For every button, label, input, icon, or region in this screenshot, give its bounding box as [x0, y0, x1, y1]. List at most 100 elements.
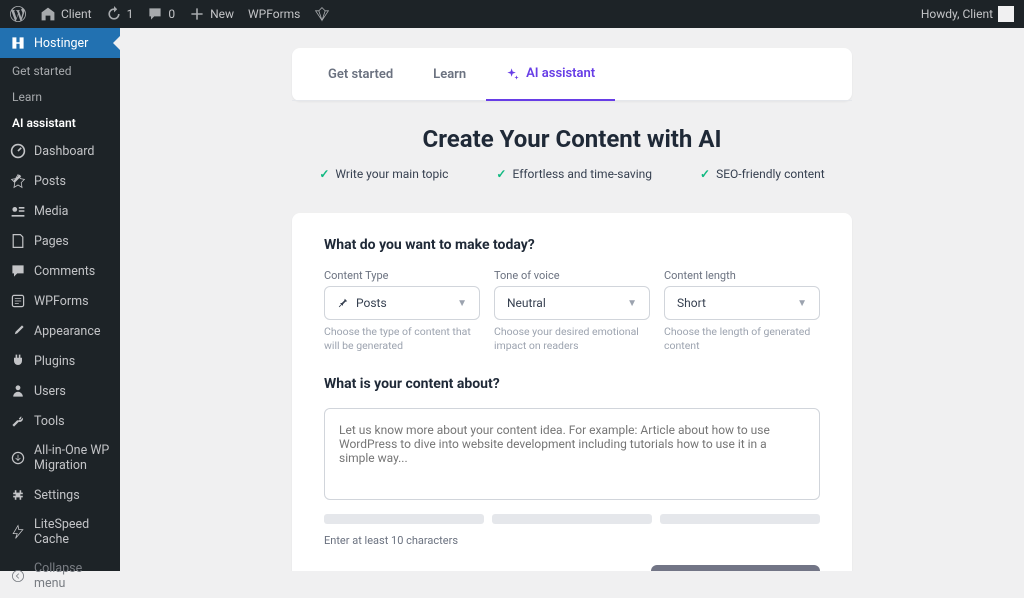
sidebar-item-appearance[interactable]: Appearance: [0, 316, 120, 346]
sidebar-label: LiteSpeed Cache: [34, 517, 110, 547]
sidebar-item-allinone[interactable]: All-in-One WP Migration: [0, 436, 120, 480]
diamond-item[interactable]: [314, 6, 330, 22]
sidebar-sub-learn[interactable]: Learn: [0, 84, 120, 110]
suggestion-skeletons: [324, 514, 820, 524]
length-label: Content length: [664, 269, 820, 282]
sidebar-item-comments[interactable]: Comments: [0, 256, 120, 286]
hostinger-icon: [10, 35, 26, 51]
dashboard-icon: [10, 143, 26, 159]
wrench-icon: [10, 413, 26, 429]
sidebar-item-dashboard[interactable]: Dashboard: [0, 136, 120, 166]
comments[interactable]: 0: [147, 6, 175, 22]
sidebar-label: Plugins: [34, 354, 75, 369]
hero-section: Create Your Content with AI ✓Write your …: [292, 101, 852, 195]
check-icon: ✓: [319, 167, 329, 181]
tab-aiassistant[interactable]: AI assistant: [486, 48, 615, 101]
sidebar-label: Dashboard: [34, 144, 94, 159]
wordpress-icon: [10, 6, 26, 22]
sidebar-item-tools[interactable]: Tools: [0, 406, 120, 436]
content-idea-textarea[interactable]: [324, 408, 820, 500]
tone-label: Tone of voice: [494, 269, 650, 282]
tab-getstarted[interactable]: Get started: [308, 48, 413, 100]
brush-icon: [10, 323, 26, 339]
sidebar-collapse[interactable]: Collapse menu: [0, 554, 120, 598]
home-icon: [40, 6, 56, 22]
wpforms-icon: [10, 293, 26, 309]
skeleton-bar: [660, 514, 820, 524]
sidebar-label: Pages: [34, 234, 69, 249]
tone-hint: Choose your desired emotional impact on …: [494, 325, 650, 352]
sidebar-item-litespeed[interactable]: LiteSpeed Cache: [0, 510, 120, 554]
sidebar-label: WPForms: [34, 294, 89, 309]
tab-label: AI assistant: [526, 66, 595, 81]
sidebar-item-media[interactable]: Media: [0, 196, 120, 226]
tabs-card: Get started Learn AI assistant: [292, 48, 852, 101]
select-value: Neutral: [507, 296, 546, 310]
sidebar-item-hostinger[interactable]: Hostinger: [0, 28, 120, 58]
pin-icon: [337, 297, 349, 309]
howdy[interactable]: Howdy, Client: [921, 6, 1014, 22]
admin-bar: Client 1 0 New WPForms Howdy, Client: [0, 0, 1024, 28]
content-type-select[interactable]: Posts ▼: [324, 286, 480, 320]
comments-count: 0: [168, 7, 175, 21]
active-arrow-icon: [113, 36, 120, 50]
user-icon: [10, 383, 26, 399]
sidebar-label: All-in-One WP Migration: [34, 443, 110, 473]
plug-icon: [10, 353, 26, 369]
plus-icon: [189, 6, 205, 22]
pin-icon: [10, 173, 26, 189]
settings-icon: [10, 487, 26, 503]
generate-button[interactable]: Generate content: [651, 565, 820, 571]
select-value: Short: [677, 296, 706, 310]
sidebar-sub-aiassistant[interactable]: AI assistant: [0, 110, 120, 136]
sidebar-item-users[interactable]: Users: [0, 376, 120, 406]
length-select[interactable]: Short ▼: [664, 286, 820, 320]
tab-learn[interactable]: Learn: [413, 48, 486, 100]
sidebar-item-posts[interactable]: Posts: [0, 166, 120, 196]
min-chars-hint: Enter at least 10 characters: [324, 534, 820, 547]
sidebar-label: Tools: [34, 414, 65, 429]
length-hint: Choose the length of generated content: [664, 325, 820, 352]
feature-3: ✓SEO-friendly content: [700, 167, 825, 181]
diamond-icon: [314, 6, 330, 22]
page-icon: [10, 233, 26, 249]
feature-1: ✓Write your main topic: [319, 167, 448, 181]
chevron-down-icon: ▼: [627, 298, 637, 309]
sidebar-label: Collapse menu: [34, 561, 110, 591]
main-content: Get started Learn AI assistant Create Yo…: [120, 28, 1024, 571]
sidebar-label: Hostinger: [34, 36, 88, 51]
chevron-down-icon: ▼: [457, 298, 467, 309]
page-title: Create Your Content with AI: [292, 125, 852, 153]
new-text: New: [210, 7, 234, 21]
updates[interactable]: 1: [106, 6, 134, 22]
sidebar-label: Posts: [34, 174, 66, 189]
litespeed-icon: [10, 524, 26, 540]
new-content[interactable]: New: [189, 6, 234, 22]
feature-2: ✓Effortless and time-saving: [496, 167, 652, 181]
site-name[interactable]: Client: [40, 6, 92, 22]
wpforms-link[interactable]: WPForms: [248, 7, 300, 21]
sidebar-item-wpforms[interactable]: WPForms: [0, 286, 120, 316]
prompt-1: What do you want to make today?: [324, 237, 820, 253]
content-type-label: Content Type: [324, 269, 480, 282]
skeleton-bar: [324, 514, 484, 524]
select-value: Posts: [356, 296, 387, 310]
wp-logo[interactable]: [10, 6, 26, 22]
update-icon: [106, 6, 122, 22]
collapse-icon: [10, 568, 26, 584]
sidebar-label: Media: [34, 204, 68, 219]
form-card: What do you want to make today? Content …: [292, 213, 852, 571]
sidebar-item-pages[interactable]: Pages: [0, 226, 120, 256]
sidebar-item-plugins[interactable]: Plugins: [0, 346, 120, 376]
prompt-2: What is your content about?: [324, 376, 820, 392]
media-icon: [10, 203, 26, 219]
sidebar-label: Settings: [34, 488, 80, 503]
tone-select[interactable]: Neutral ▼: [494, 286, 650, 320]
check-icon: ✓: [700, 167, 710, 181]
updates-count: 1: [127, 7, 134, 21]
comment-icon: [147, 6, 163, 22]
sparkle-icon: [506, 67, 520, 81]
site-name-text: Client: [61, 7, 92, 21]
sidebar-item-settings[interactable]: Settings: [0, 480, 120, 510]
sidebar-sub-getstarted[interactable]: Get started: [0, 58, 120, 84]
